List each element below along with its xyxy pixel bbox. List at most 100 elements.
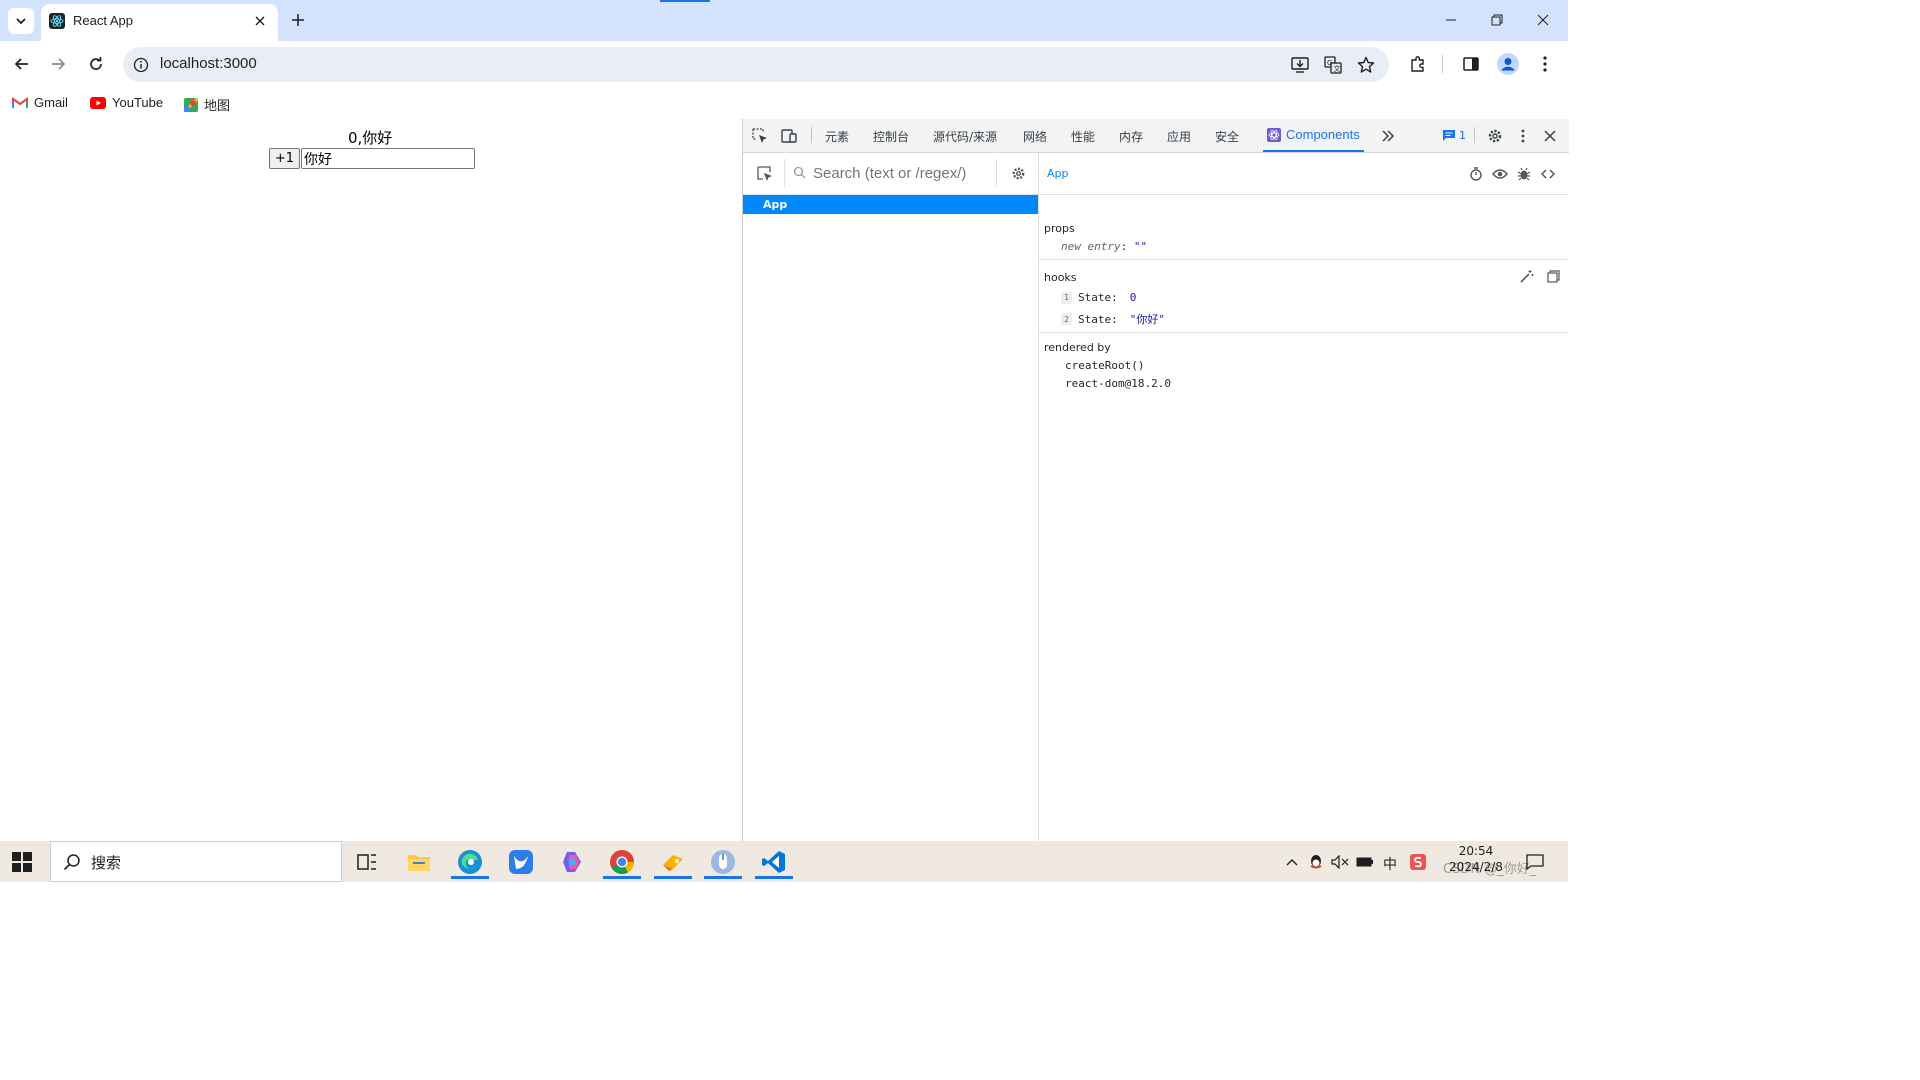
task-view-button[interactable]: [346, 845, 388, 879]
code-brackets-icon: [1541, 169, 1555, 179]
minimize-button[interactable]: [1428, 6, 1474, 34]
inspect-cursor-icon: [752, 128, 767, 143]
tree-row-label: App: [763, 198, 788, 211]
inspected-component-name: App: [1047, 167, 1069, 180]
prop-value: "": [1133, 240, 1148, 253]
install-app-button[interactable]: [1289, 54, 1311, 76]
hooks-section-title: hooks: [1044, 271, 1077, 284]
close-window-button[interactable]: [1520, 6, 1566, 34]
extensions-button[interactable]: [1406, 52, 1430, 76]
tray-qq[interactable]: [1307, 853, 1325, 871]
issues-counter[interactable]: 1: [1443, 129, 1466, 142]
running-indicator: [654, 876, 692, 879]
restore-button[interactable]: [1474, 6, 1520, 34]
component-search-input[interactable]: [813, 162, 988, 184]
react-logo-icon: [49, 13, 65, 29]
tab-security[interactable]: 安全: [1215, 128, 1239, 145]
bookmark-youtube[interactable]: YouTube: [90, 95, 163, 110]
tree-row-selected[interactable]: App: [743, 195, 1038, 214]
bookmark-label: Gmail: [34, 95, 68, 110]
gear-icon: [1488, 129, 1502, 143]
tab-application[interactable]: 应用: [1167, 128, 1191, 145]
tray-battery[interactable]: [1356, 853, 1374, 871]
device-icon: [781, 129, 797, 143]
tab-components[interactable]: Components: [1263, 119, 1364, 152]
taskbar-app-mouse[interactable]: [702, 845, 744, 879]
parse-hook-names-button[interactable]: [1519, 268, 1535, 284]
volume-muted-icon: [1331, 855, 1349, 869]
tab-network[interactable]: 网络: [1023, 128, 1047, 145]
tab-search-button[interactable]: [8, 8, 34, 34]
translate-button[interactable]: G文: [1322, 54, 1344, 76]
inspect-element-button[interactable]: [750, 126, 770, 146]
taskbar-edge[interactable]: [449, 845, 491, 879]
taskbar-search-box[interactable]: 搜索: [50, 841, 342, 882]
view-source-button[interactable]: [1539, 165, 1557, 183]
bird-app-icon: [509, 850, 533, 874]
bookmark-maps[interactable]: 地图: [184, 95, 230, 114]
bookmark-gmail[interactable]: Gmail: [12, 95, 68, 110]
side-panel-button[interactable]: [1459, 52, 1483, 76]
prop-row[interactable]: new entry : "": [1061, 240, 1147, 253]
device-toolbar-button[interactable]: [779, 126, 799, 146]
suspend-button[interactable]: [1467, 165, 1485, 183]
tray-volume[interactable]: [1331, 853, 1349, 871]
address-bar[interactable]: localhost:3000 G文: [123, 47, 1389, 82]
bookmark-label: 地图: [204, 98, 231, 113]
back-button[interactable]: [10, 52, 34, 76]
taskbar-search-label: 搜索: [91, 854, 122, 872]
more-tabs-button[interactable]: [1378, 126, 1398, 146]
arrow-left-icon: [14, 58, 28, 70]
running-indicator: [451, 876, 489, 879]
tray-overflow-button[interactable]: [1283, 853, 1301, 871]
reload-button[interactable]: [84, 52, 108, 76]
inspect-dom-button[interactable]: [1491, 165, 1509, 183]
browser-menu-button[interactable]: [1533, 52, 1557, 76]
hook-value: 0: [1129, 291, 1137, 304]
hook-row[interactable]: 2 State: "你好": [1061, 311, 1165, 327]
devtools-settings-button[interactable]: [1485, 126, 1505, 146]
select-element-button[interactable]: [755, 164, 775, 184]
component-tree-pane: App: [743, 153, 1039, 841]
chevron-down-icon: [16, 18, 26, 25]
taskbar-vscode[interactable]: [753, 845, 795, 879]
devtools-menu-button[interactable]: [1513, 126, 1533, 146]
increment-button[interactable]: +1: [269, 148, 300, 169]
section-divider: [1039, 259, 1569, 260]
svg-text:文: 文: [1334, 64, 1341, 73]
tab-elements[interactable]: 元素: [825, 128, 849, 145]
windows-start-icon[interactable]: [12, 852, 32, 872]
taskbar-app-copilot[interactable]: [551, 845, 593, 879]
log-to-console-button[interactable]: [1515, 165, 1533, 183]
tray-ime[interactable]: 中: [1383, 854, 1397, 874]
tab-performance[interactable]: 性能: [1071, 128, 1095, 145]
taskbar-app-bird[interactable]: [500, 845, 542, 879]
browser-tab-active[interactable]: React App: [41, 4, 278, 41]
tab-close-button[interactable]: [251, 12, 269, 30]
taskbar-file-explorer[interactable]: [398, 845, 440, 879]
tab-console[interactable]: 控制台: [873, 128, 909, 145]
rendered-by-item[interactable]: createRoot(): [1065, 359, 1144, 372]
tab-memory[interactable]: 内存: [1119, 128, 1143, 145]
bookmark-star-button[interactable]: [1355, 54, 1377, 76]
tray-sogou[interactable]: [1409, 853, 1427, 871]
new-tab-button[interactable]: [286, 8, 310, 32]
copy-hooks-button[interactable]: [1545, 268, 1561, 284]
devtools-close-button[interactable]: [1540, 126, 1560, 146]
hook-row[interactable]: 1 State: 0: [1061, 291, 1136, 304]
taskbar-app-ide[interactable]: [652, 845, 694, 879]
taskbar-chrome[interactable]: [601, 845, 643, 879]
devtools-panel: 元素 控制台 源代码/来源 网络 性能 内存 应用 安全 Components …: [742, 119, 1569, 841]
text-input[interactable]: [301, 148, 475, 169]
forward-button[interactable]: [46, 52, 70, 76]
site-info-icon[interactable]: [132, 56, 150, 74]
notification-center-button[interactable]: [1526, 853, 1544, 871]
tab-sources[interactable]: 源代码/来源: [933, 128, 997, 145]
inspected-element-pane: App props new entry : "" hooks 1 State: …: [1039, 153, 1569, 841]
gear-icon: [1012, 167, 1024, 179]
more-vertical-icon: [1521, 129, 1525, 143]
profile-button[interactable]: [1496, 52, 1520, 76]
toolbar-divider: [996, 159, 997, 187]
tab-divider: [1474, 127, 1475, 143]
tree-settings-button[interactable]: [1009, 164, 1027, 182]
